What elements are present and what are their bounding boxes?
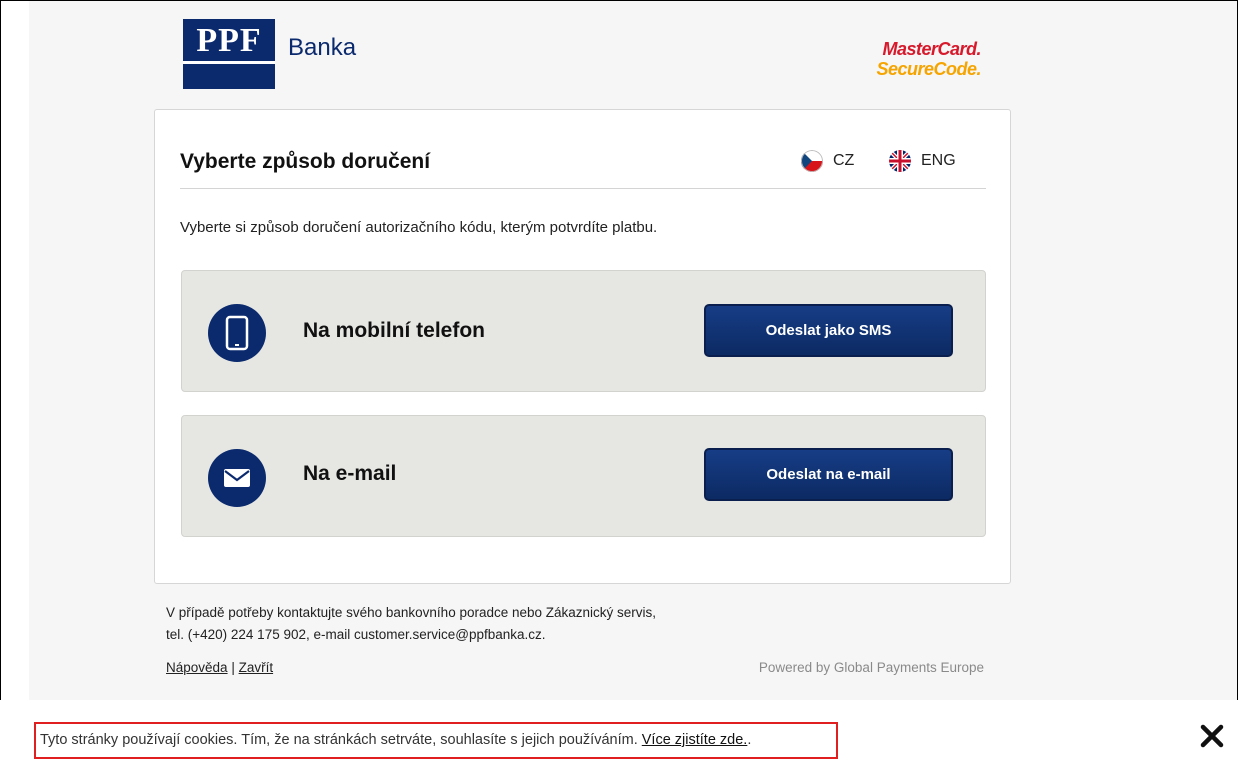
cookie-notice: Tyto stránky používají cookies. Tím, že … [34,722,838,759]
contact-info: V případě potřeby kontaktujte svého bank… [166,602,656,646]
czech-flag-icon [801,150,823,172]
sms-option-label: Na mobilní telefon [303,319,486,342]
email-option-label: Na e-mail [303,462,397,485]
mastercard-logo-line1: MasterCard. [882,39,981,59]
email-option: Na e-mail Odeslat na e-mail [181,415,986,537]
title-divider [180,188,986,189]
envelope-icon [208,449,266,507]
logo-underline [183,61,275,64]
send-sms-button[interactable]: Odeslat jako SMS [704,304,953,357]
cookie-more-link[interactable]: Více zjistíte zde. [642,732,748,748]
cookie-trailing: . [747,732,752,748]
cookie-text: Tyto stránky používají cookies. Tím, že … [40,732,642,748]
send-email-button[interactable]: Odeslat na e-mail [704,448,953,501]
intro-text: Vyberte si způsob doručení autorizačního… [180,219,658,236]
page-title: Vyberte způsob doručení [180,150,431,173]
language-cz-label: CZ [833,152,855,169]
close-link[interactable]: Zavřít [239,660,274,675]
logo-text: PPF [196,22,262,59]
mobile-phone-icon [208,304,266,362]
help-link[interactable]: Nápověda [166,660,228,675]
link-separator: | [227,660,239,675]
brand-name: Banka [288,34,357,61]
language-eng-label: ENG [921,152,956,169]
language-eng-link[interactable]: ENG [889,150,956,172]
delivery-method-card: Vyberte způsob doručení CZ ENG Vyberte s… [154,109,1011,584]
powered-by-text: Powered by Global Payments Europe [758,660,984,675]
cookie-bar: Tyto stránky používají cookies. Tím, že … [0,700,1238,760]
contact-line-2: tel. (+420) 224 175 902, e-mail customer… [166,627,546,642]
sms-option: Na mobilní telefon Odeslat jako SMS [181,270,986,392]
browser-viewport: PPF Banka MasterCard. SecureCode. Vybert… [0,0,1238,760]
ppf-logo: PPF [183,19,275,89]
close-icon[interactable] [1198,722,1226,750]
language-cz-link[interactable]: CZ [801,150,854,172]
footer-links: Nápověda | Zavřít [166,660,273,675]
uk-flag-icon [889,150,911,172]
contact-line-1: V případě potřeby kontaktujte svého bank… [166,605,657,620]
mastercard-logo-line2: SecureCode. [876,59,981,79]
